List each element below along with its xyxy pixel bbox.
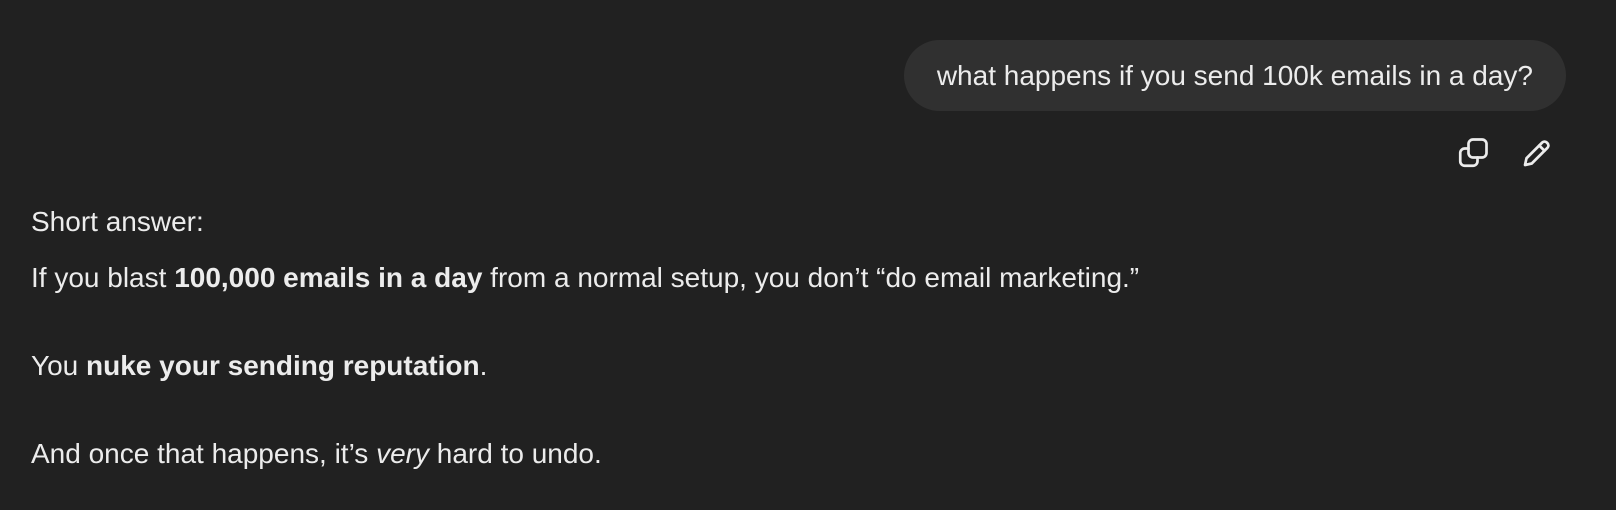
copy-icon [1458,138,1488,168]
copy-button[interactable] [1454,134,1492,172]
assistant-message: Short answer: If you blast 100,000 email… [31,200,1576,476]
assistant-line2-suffix: from a normal setup, you don’t “do email… [482,262,1140,293]
user-message-actions [1454,134,1556,172]
edit-icon [1523,140,1550,167]
chat-page: what happens if you send 100k emails in … [0,0,1616,510]
assistant-line-short-answer: Short answer: [31,200,1576,244]
assistant-line4-italic: very [376,438,429,469]
assistant-line1-text: Short answer: [31,206,204,237]
edit-button[interactable] [1518,134,1556,172]
assistant-line4-prefix: And once that happens, it’s [31,438,377,469]
assistant-line2-bold: 100,000 emails in a day [174,262,483,293]
assistant-line-blast: If you blast 100,000 emails in a day fro… [31,256,1576,300]
assistant-line-undo: And once that happens, it’s very hard to… [31,432,1576,476]
user-message-text: what happens if you send 100k emails in … [936,60,1533,91]
assistant-line3-prefix: You [31,350,87,381]
assistant-line2-prefix: If you blast [31,262,175,293]
assistant-line-reputation: You nuke your sending reputation. [31,344,1576,388]
assistant-line3-suffix: . [479,350,488,381]
user-message-bubble: what happens if you send 100k emails in … [903,40,1566,111]
assistant-line4-suffix: hard to undo. [428,438,602,469]
assistant-line3-bold: nuke your sending reputation [86,350,480,381]
